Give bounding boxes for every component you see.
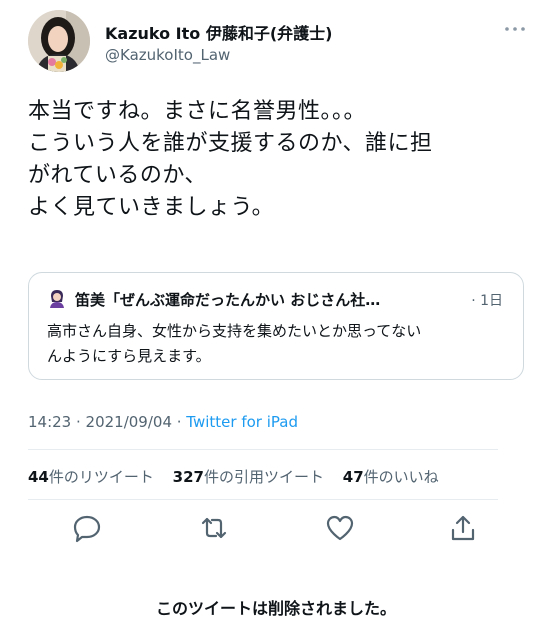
quotes-stat[interactable]: 327件の引用ツイート <box>173 468 324 486</box>
quoted-tweet-time[interactable]: · 1日 <box>471 290 503 310</box>
retweets-count: 44 <box>28 468 49 486</box>
quotes-label: 件の引用ツイート <box>203 468 324 486</box>
tweet-text: 本当ですね。まさに名誉男性。。。 こういう人を誰が支援するのか、誰に担 がれてい… <box>28 96 528 224</box>
retweet-icon[interactable] <box>199 513 229 543</box>
likes-count: 47 <box>342 468 364 486</box>
tweet-header: Kazuko Ito 伊藤和子(弁護士) @KazukoIto_Law <box>28 10 528 74</box>
share-icon[interactable] <box>448 513 478 543</box>
like-icon[interactable] <box>325 513 355 543</box>
deleted-tweet-notice: このツイートは削除されました。 <box>155 599 396 618</box>
quoted-tweet-card[interactable]: 笛美「ぜんぶ運命だったんかい おじさん社… · 1日 高市さん自身、女性から支持… <box>28 272 524 380</box>
tweet-actions-bar <box>72 513 484 547</box>
tweet-timestamp[interactable]: 14:23 · 2021/09/04 · <box>28 413 186 431</box>
author-handle[interactable]: @KazukoIto_Law <box>105 46 230 64</box>
author-avatar[interactable] <box>28 10 90 72</box>
quoted-tweet-line: んようにすら見えます。 <box>47 347 211 365</box>
tweet-metadata: 14:23 · 2021/09/04 · Twitter for iPad <box>28 413 298 431</box>
likes-stat[interactable]: 47件のいいね <box>343 468 439 486</box>
retweets-label: 件のリツイート <box>48 468 154 486</box>
quoted-tweet-text: 高市さん自身、女性から支持を集めたいとか思ってない んようにすら見えます。 <box>47 319 517 369</box>
tweet-text-line: 本当ですね。まさに名誉男性。。。 <box>28 99 367 124</box>
reply-icon[interactable] <box>72 513 102 543</box>
tweet-text-line: がれているのか、 <box>28 163 207 188</box>
tweet-text-line: よく見ていきましょう。 <box>28 195 275 220</box>
quoted-author-avatar <box>47 288 67 308</box>
author-display-name[interactable]: Kazuko Ito 伊藤和子(弁護士) <box>105 20 332 44</box>
quoted-author-name[interactable]: 笛美「ぜんぶ運命だったんかい おじさん社… <box>75 289 467 310</box>
quoted-tweet-line: 高市さん自身、女性から支持を集めたいとか思ってない <box>47 322 422 340</box>
likes-label: 件のいいね <box>363 468 439 486</box>
divider <box>28 449 498 450</box>
quotes-count: 327 <box>172 468 204 486</box>
tweet-stats: 44件のリツイート 327件の引用ツイート 47件のいいね <box>28 466 453 487</box>
divider <box>28 499 498 500</box>
tweet-text-line: こういう人を誰が支援するのか、誰に担 <box>28 131 433 156</box>
more-options-icon[interactable] <box>504 24 526 34</box>
retweets-stat[interactable]: 44件のリツイート <box>28 468 154 486</box>
tweet-source-link[interactable]: Twitter for iPad <box>186 413 298 431</box>
